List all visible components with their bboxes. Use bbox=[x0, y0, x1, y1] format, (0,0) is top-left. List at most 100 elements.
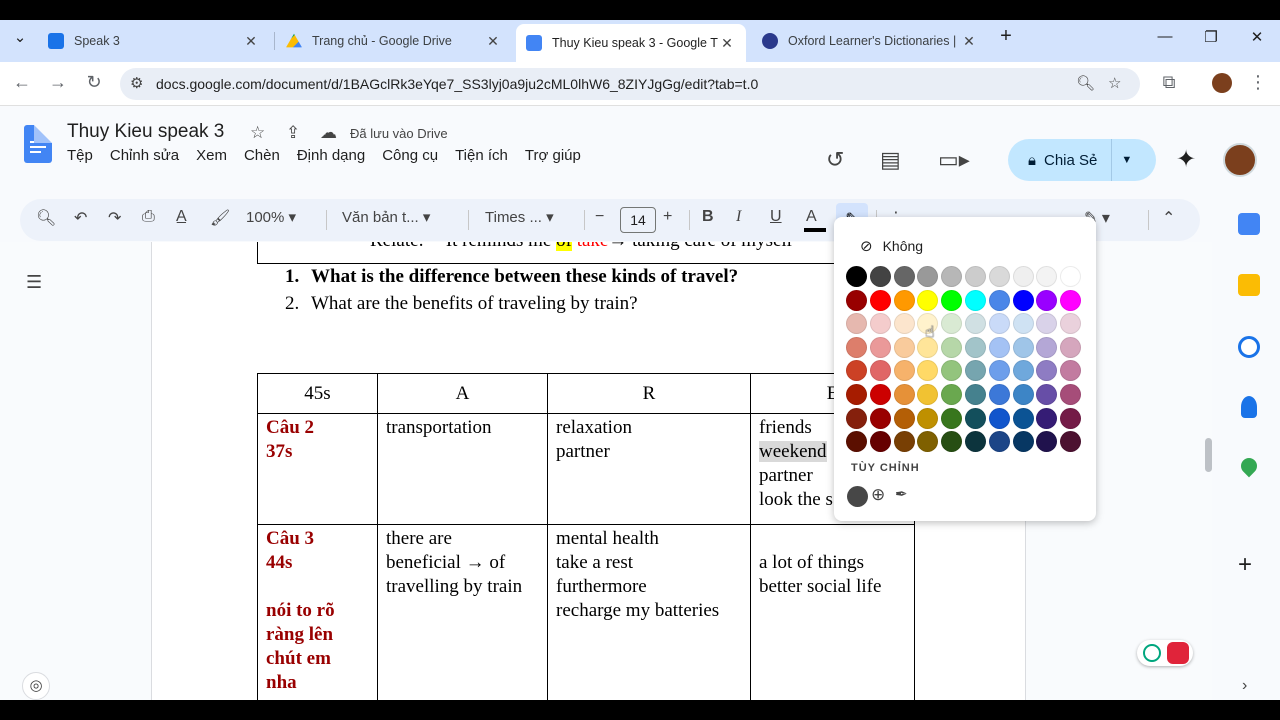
addon-badge-icon[interactable] bbox=[1167, 642, 1189, 664]
color-swatch[interactable] bbox=[941, 360, 963, 382]
color-swatch[interactable] bbox=[893, 336, 915, 358]
table-cell[interactable]: Câu 2 37s bbox=[257, 413, 378, 525]
color-swatch[interactable] bbox=[893, 266, 915, 287]
color-swatch[interactable] bbox=[1060, 313, 1082, 335]
profile-avatar[interactable] bbox=[1212, 73, 1232, 93]
color-swatch[interactable] bbox=[1012, 289, 1034, 311]
color-swatch[interactable] bbox=[893, 289, 915, 311]
color-swatch[interactable] bbox=[1036, 313, 1058, 335]
color-swatch[interactable] bbox=[988, 407, 1010, 429]
header-cell[interactable]: R bbox=[547, 373, 751, 414]
bookmark-star-icon[interactable]: ☆ bbox=[1108, 74, 1121, 92]
color-swatch[interactable] bbox=[846, 384, 867, 405]
spellcheck-icon[interactable]: A̲ bbox=[176, 208, 187, 226]
table-cell[interactable]: there are beneficial → of travelling by … bbox=[377, 524, 548, 700]
close-icon[interactable]: ✕ bbox=[242, 33, 260, 50]
color-swatch[interactable] bbox=[1012, 384, 1034, 405]
color-swatch[interactable] bbox=[965, 266, 986, 287]
menu-file[interactable]: Tệp bbox=[67, 147, 93, 164]
color-swatch[interactable] bbox=[917, 384, 939, 405]
color-swatch[interactable] bbox=[869, 384, 891, 405]
color-swatch[interactable] bbox=[1036, 336, 1058, 358]
question-2[interactable]: 2. What are the benefits of traveling by … bbox=[285, 293, 638, 315]
color-swatch[interactable] bbox=[917, 266, 939, 287]
color-swatch[interactable] bbox=[1036, 431, 1058, 453]
header-cell[interactable]: 45s bbox=[257, 373, 378, 414]
color-swatch[interactable] bbox=[869, 289, 891, 311]
color-swatch[interactable] bbox=[846, 336, 867, 358]
undo-icon[interactable]: ↶ bbox=[74, 208, 87, 228]
no-highlight-option[interactable]: ⊘ Không bbox=[860, 237, 923, 255]
restore-icon[interactable]: ❐ bbox=[1196, 28, 1226, 46]
new-tab-icon[interactable]: + bbox=[991, 25, 1021, 48]
color-swatch[interactable] bbox=[1012, 431, 1034, 453]
color-swatch[interactable] bbox=[846, 313, 867, 335]
color-swatch[interactable] bbox=[1036, 266, 1058, 287]
color-swatch[interactable] bbox=[941, 384, 963, 405]
color-swatch[interactable] bbox=[965, 431, 986, 453]
docs-logo-icon[interactable] bbox=[24, 125, 52, 163]
color-swatch[interactable] bbox=[846, 289, 867, 311]
color-swatch[interactable] bbox=[988, 266, 1010, 287]
menu-help[interactable]: Trợ giúp bbox=[525, 147, 581, 164]
move-folder-icon[interactable]: ⇪ bbox=[286, 123, 300, 143]
underline-icon[interactable]: U bbox=[770, 208, 782, 226]
table-cell[interactable]: a lot of things better social life bbox=[750, 524, 915, 700]
relate-line[interactable]: Relate: "It reminds me of take→ taking c… bbox=[370, 242, 792, 252]
add-custom-color-icon[interactable]: ⊕ bbox=[871, 485, 885, 505]
document-title[interactable]: Thuy Kieu speak 3 bbox=[67, 121, 224, 143]
extensions-icon[interactable]: ⧉ bbox=[1157, 72, 1181, 93]
tab-docs-active[interactable]: Thuy Kieu speak 3 - Google Tài ✕ bbox=[516, 24, 746, 62]
forward-icon[interactable]: → bbox=[46, 72, 70, 93]
color-swatch[interactable] bbox=[846, 407, 867, 429]
tab-oxford[interactable]: Oxford Learner's Dictionaries | F ✕ bbox=[752, 24, 988, 58]
menu-extensions[interactable]: Tiện ích bbox=[455, 147, 508, 164]
color-swatch[interactable] bbox=[965, 336, 986, 358]
color-swatch[interactable] bbox=[965, 407, 986, 429]
tasks-icon[interactable] bbox=[1238, 336, 1260, 358]
color-swatch[interactable] bbox=[869, 407, 891, 429]
fingerprint-icon[interactable]: ◎ bbox=[22, 672, 50, 700]
color-swatch[interactable] bbox=[846, 266, 867, 287]
reload-icon[interactable]: ↻ bbox=[82, 72, 106, 93]
color-swatch[interactable] bbox=[1036, 360, 1058, 382]
custom-color-swatch[interactable] bbox=[847, 486, 868, 507]
color-swatch[interactable] bbox=[893, 313, 915, 335]
print-icon[interactable]: ⎙ bbox=[142, 208, 155, 226]
scrollbar[interactable] bbox=[1205, 438, 1212, 472]
menu-tools[interactable]: Công cụ bbox=[382, 147, 438, 164]
color-swatch[interactable] bbox=[1012, 407, 1034, 429]
color-swatch[interactable] bbox=[893, 384, 915, 405]
color-swatch[interactable] bbox=[965, 360, 986, 382]
color-swatch[interactable] bbox=[1012, 313, 1034, 335]
color-swatch[interactable] bbox=[917, 407, 939, 429]
color-swatch[interactable] bbox=[869, 431, 891, 453]
color-swatch[interactable] bbox=[941, 336, 963, 358]
increase-font-icon[interactable]: + bbox=[663, 208, 672, 226]
chevron-down-icon[interactable]: ▼ bbox=[1121, 154, 1132, 166]
zoom-icon[interactable]: 🔍︎ bbox=[1076, 74, 1095, 92]
color-swatch[interactable] bbox=[917, 360, 939, 382]
minimize-icon[interactable]: — bbox=[1150, 28, 1180, 45]
hide-menus-icon[interactable]: ⌃ bbox=[1162, 208, 1175, 228]
tab-search-icon[interactable]: ⌄ bbox=[5, 28, 35, 46]
color-swatch[interactable] bbox=[893, 431, 915, 453]
color-swatch[interactable] bbox=[1060, 289, 1082, 311]
color-swatch[interactable] bbox=[1036, 407, 1058, 429]
search-menus-icon[interactable]: 🔍︎ bbox=[36, 208, 56, 228]
share-button[interactable]: 🔒︎ Chia Sẻ ▼ bbox=[1008, 139, 1156, 181]
color-swatch[interactable] bbox=[965, 313, 986, 335]
color-swatch[interactable] bbox=[1060, 384, 1082, 405]
color-swatch[interactable] bbox=[941, 266, 963, 287]
font-select[interactable]: Times ... ▾ bbox=[485, 208, 554, 226]
color-swatch[interactable] bbox=[893, 407, 915, 429]
table-cell[interactable]: relaxation partner bbox=[547, 413, 751, 525]
color-swatch[interactable] bbox=[988, 431, 1010, 453]
style-select[interactable]: Văn bản t... ▾ bbox=[342, 208, 430, 226]
color-swatch[interactable] bbox=[988, 289, 1010, 311]
color-swatch[interactable] bbox=[1060, 360, 1082, 382]
color-swatch[interactable] bbox=[917, 431, 939, 453]
color-swatch[interactable] bbox=[988, 336, 1010, 358]
add-addon-icon[interactable]: + bbox=[1238, 551, 1252, 579]
color-swatch[interactable] bbox=[941, 289, 963, 311]
